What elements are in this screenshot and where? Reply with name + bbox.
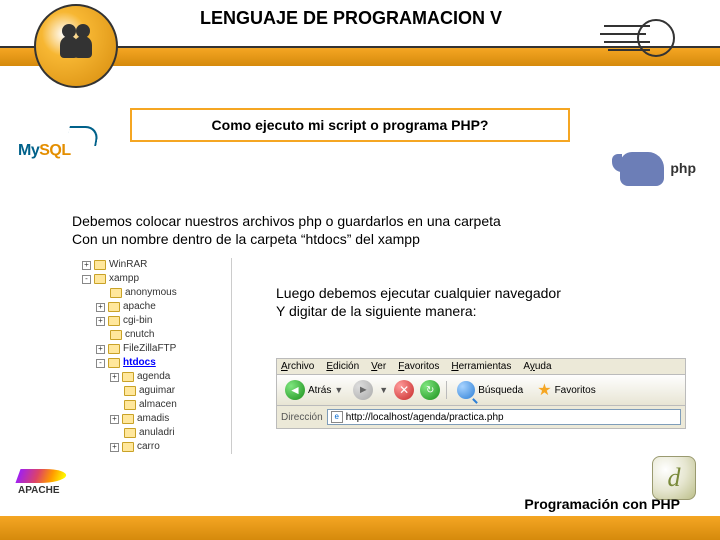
expand-icon[interactable]: + [110,373,119,382]
tree-node[interactable]: almacen [72,398,227,412]
address-bar: Dirección e http://localhost/agenda/prac… [277,406,685,428]
page-favicon-icon: e [331,411,343,423]
address-label: Dirección [281,412,323,423]
tree-label: htdocs [123,356,156,370]
tree-label: carro [137,440,160,454]
back-icon: ◄ [285,380,305,400]
refresh-button[interactable]: ↻ [420,380,440,400]
php-logo: php [620,152,700,196]
tree-node[interactable]: aguimar [72,384,227,398]
elephant-icon [620,152,664,186]
dropdown-icon[interactable]: ▼ [379,385,388,395]
slide-subtitle: Como ejecuto mi script o programa PHP? [130,108,570,142]
tree-label: almacen [139,398,177,412]
feather-icon [15,469,68,483]
people-logo [34,4,118,88]
folder-icon [110,330,122,340]
expand-icon[interactable]: + [96,303,105,312]
folder-icon [124,386,136,396]
dreamweaver-logo: d [652,456,696,500]
expand-icon[interactable]: - [96,359,105,368]
folder-icon [108,358,120,368]
folder-icon [122,372,134,382]
forward-button[interactable]: ► [353,380,373,400]
tree-node[interactable]: + amadis [72,412,227,426]
folder-icon [124,400,136,410]
tree-label: amadis [137,412,169,426]
apache-logo: APACHE [18,469,66,496]
expand-icon[interactable]: + [110,415,119,424]
tree-node[interactable]: + cgi-bin [72,314,227,328]
favorites-button[interactable]: ★ Favoritos [533,378,599,402]
tree-label: xampp [109,272,139,286]
folder-tree: + WinRAR - xamppanonymous + apache + cgi-bincnu… [72,258,232,454]
tree-node[interactable]: anuladri [72,426,227,440]
tree-node[interactable]: anonymous [72,286,227,300]
expand-icon[interactable]: + [110,443,119,452]
tree-node[interactable]: + carro [72,440,227,454]
browser-menu[interactable]: Archivo Edición Ver Favoritos Herramient… [277,359,685,375]
browser-window: Archivo Edición Ver Favoritos Herramient… [276,358,686,429]
menu-ayuda[interactable]: Ayuda [523,361,551,372]
menu-favoritos[interactable]: Favoritos [398,361,439,372]
tree-label: apache [123,300,156,314]
folder-icon [110,288,122,298]
tree-label: aguimar [139,384,175,398]
tree-label: WinRAR [109,258,147,272]
slide-title: LENGUAJE DE PROGRAMACION V [200,8,502,29]
stop-button[interactable]: ✕ [394,380,414,400]
expand-icon[interactable]: - [82,275,91,284]
search-button[interactable]: Búsqueda [453,379,527,401]
tree-node[interactable]: + agenda [72,370,227,384]
tree-node[interactable]: + FileZillaFTP [72,342,227,356]
folder-icon [122,442,134,452]
mysql-logo: MySQL [18,142,118,174]
slide-footer: Programación con PHP [0,516,720,540]
folder-icon [94,274,106,284]
tree-label: anonymous [125,286,177,300]
tree-label: cgi-bin [123,314,152,328]
instruction-paragraph: Luego debemos ejecutar cualquier navegad… [276,284,660,320]
folder-icon [122,414,134,424]
folder-icon [108,302,120,312]
folder-icon [94,260,106,270]
menu-herramientas[interactable]: Herramientas [451,361,511,372]
url-input[interactable]: e http://localhost/agenda/practica.php [327,409,681,425]
tree-label: anuladri [139,426,175,440]
wing-icon [600,16,680,60]
tree-label: FileZillaFTP [123,342,176,356]
tree-node[interactable]: - xampp [72,272,227,286]
back-button[interactable]: ◄ Atrás ▼ [281,378,347,402]
search-icon [457,381,475,399]
tree-node[interactable]: + WinRAR [72,258,227,272]
expand-icon[interactable]: + [96,317,105,326]
star-icon: ★ [537,380,551,400]
tree-node[interactable]: - htdocs [72,356,227,370]
body-paragraph: Debemos colocar nuestros archivos php o … [72,212,660,248]
menu-archivo[interactable]: Archivo [281,361,314,372]
folder-icon [124,428,136,438]
menu-edicion[interactable]: Edición [326,361,359,372]
slide-header: LENGUAJE DE PROGRAMACION V [0,0,720,80]
expand-icon[interactable]: + [82,261,91,270]
tree-label: cnutch [125,328,154,342]
tree-label: agenda [137,370,170,384]
folder-icon [108,344,120,354]
tree-node[interactable]: + apache [72,300,227,314]
browser-toolbar: ◄ Atrás ▼ ► ▼ ✕ ↻ Búsqueda ★ Favoritos [277,375,685,406]
footer-text: Programación con PHP [524,496,680,512]
dropdown-icon[interactable]: ▼ [334,385,343,395]
folder-icon [108,316,120,326]
tree-node[interactable]: cnutch [72,328,227,342]
expand-icon[interactable]: + [96,345,105,354]
menu-ver[interactable]: Ver [371,361,386,372]
